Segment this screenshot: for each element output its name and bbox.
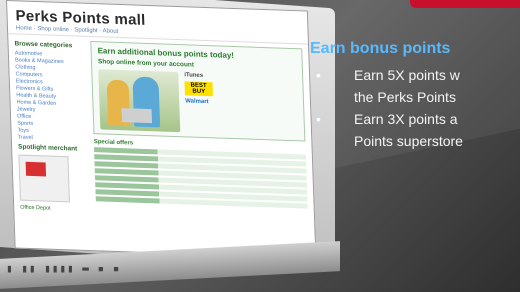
- bonus-points-panel: Earn bonus points • Earn 5X points w the …: [310, 40, 520, 152]
- bonus-bullets: • Earn 5X points w the Perks Points • Earn…: [310, 64, 520, 152]
- laptop-illustration: Perks Points mall Home · Shop online · S…: [0, 0, 340, 292]
- sidebar-heading: Browse categories: [14, 40, 73, 50]
- itunes-logo: iTunes: [184, 72, 204, 79]
- bullet-item: • Earn 5X points w: [310, 64, 520, 86]
- walmart-logo: Walmart: [185, 98, 209, 106]
- bullet-icon: •: [316, 67, 321, 83]
- bonus-heading: Earn bonus points: [310, 40, 451, 57]
- bullet-text: Earn 3X points a: [354, 111, 458, 127]
- keyboard-keys: ▮ ▮▮ ▮▮▮▮ ▬ ▪ ▪: [6, 262, 121, 275]
- spotlight-caption: Office Depot: [20, 204, 51, 212]
- bullet-text: the Perks Points: [354, 89, 456, 105]
- bullet-text: Earn 5X points w: [354, 67, 460, 83]
- bullet-item-cont: the Perks Points: [310, 86, 520, 108]
- promo-box: Earn additional bonus points today! Shop…: [90, 40, 306, 142]
- screen-sidebar: Browse categories Automotive Books & Mag…: [14, 38, 90, 214]
- bullet-item: • Earn 3X points a: [310, 108, 520, 130]
- mini-laptop: [121, 108, 153, 124]
- spotlight-image: [18, 154, 70, 203]
- laptop-screen: Perks Points mall Home · Shop online · S…: [6, 0, 317, 260]
- people-photo: [98, 69, 181, 133]
- sidebar-item: Travel: [17, 134, 33, 142]
- bullet-item-cont: Points superstore: [310, 130, 520, 152]
- bullet-text: Points superstore: [354, 133, 463, 149]
- screen-body: Browse categories Automotive Books & Mag…: [8, 34, 314, 226]
- red-tab-accent: [410, 0, 520, 8]
- brand-logos: iTunes BEST BUY Walmart: [184, 72, 214, 133]
- bullet-icon: •: [316, 111, 321, 127]
- spotlight-heading: Spotlight merchant: [17, 143, 78, 153]
- offers-table: [93, 147, 308, 209]
- screen-main: Earn additional bonus points today! Shop…: [90, 40, 308, 222]
- promo-hero: iTunes BEST BUY Walmart: [98, 69, 298, 136]
- bestbuy-logo: BEST BUY: [184, 81, 213, 97]
